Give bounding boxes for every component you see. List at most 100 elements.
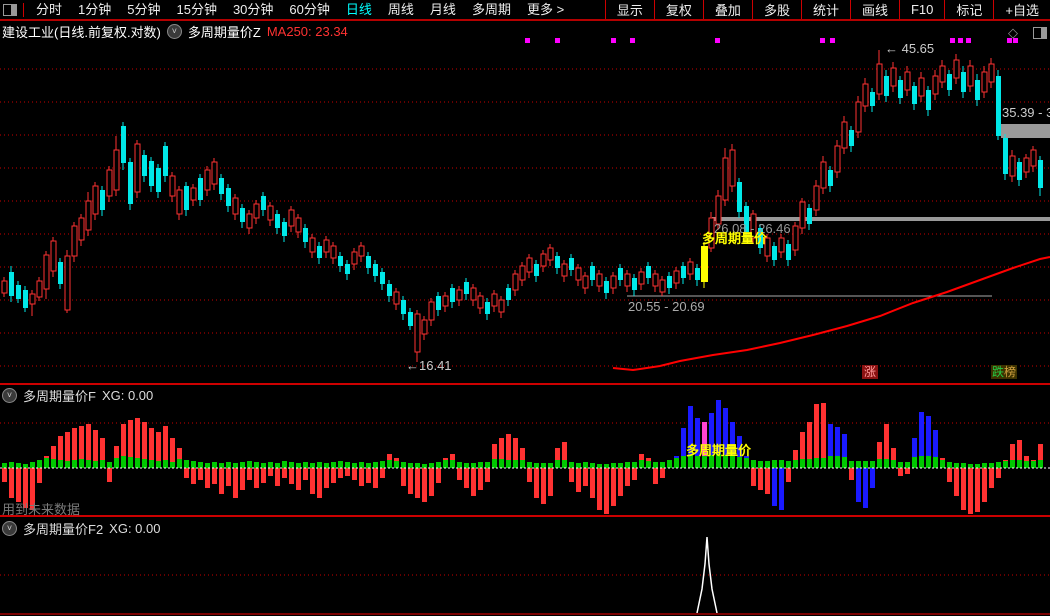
rise-badge[interactable]: 涨 [862, 365, 879, 379]
candle-body [128, 162, 133, 204]
candle-body [387, 284, 392, 296]
candle-body [169, 175, 176, 197]
candle-body [78, 217, 85, 241]
indicator-bar [996, 468, 1001, 478]
signal-label-main: 多周期量价 [702, 231, 768, 246]
candle-body [261, 196, 266, 210]
indicator-bar-green [464, 463, 469, 468]
indicator-bar-green [303, 462, 308, 468]
indicator-bar-green [205, 463, 210, 468]
indicator-bar [611, 468, 616, 506]
chevron-circle-icon[interactable]: ˅ [2, 388, 17, 403]
indicator-bar-green [345, 462, 350, 468]
candle-body [624, 273, 631, 287]
indicator-bar-green [849, 461, 854, 468]
indicator-bar-green [800, 459, 805, 468]
period-tab-0[interactable]: 分时 [28, 0, 70, 19]
candle-body [253, 203, 260, 219]
candle-body [163, 146, 168, 176]
period-tab-9[interactable]: 多周期 [464, 0, 519, 19]
fall-badge[interactable]: 跌榜 [991, 365, 1018, 379]
candle-body [575, 267, 582, 281]
indicator-bar-green [744, 458, 749, 468]
period-tab-3[interactable]: 15分钟 [168, 0, 224, 19]
period-tab-4[interactable]: 30分钟 [225, 0, 281, 19]
indicator-bar-green [352, 463, 357, 468]
stock-title: 建设工业(日线.前复权.对数) [2, 25, 161, 40]
indicator-bar-green [65, 461, 70, 468]
indicator-bar-green [1031, 461, 1036, 468]
tool-button-6[interactable]: F10 [898, 0, 944, 19]
period-tabs: 分时 1分钟 5分钟 15分钟 30分钟 60分钟 日线 周线 月线 多周期 更多 > [28, 0, 572, 19]
indicator-bar-green [114, 458, 119, 468]
panel-f-header: ˅ 多周期量价F XG: 0.00 [2, 386, 153, 405]
panel-f2-name[interactable]: 多周期量价F2 [23, 519, 103, 538]
tool-button-4[interactable]: 统计 [800, 0, 850, 19]
candle-body [100, 190, 105, 210]
indicator-bar [415, 468, 420, 498]
indicator-bar [429, 468, 434, 496]
candle-body [841, 121, 848, 149]
indicator-bar [310, 468, 315, 494]
split-window-icon[interactable] [1033, 27, 1047, 39]
period-tab-6[interactable]: 日线 [338, 0, 380, 19]
period-tab-5[interactable]: 60分钟 [281, 0, 337, 19]
period-tab-1[interactable]: 1分钟 [70, 0, 119, 19]
indicator-bar-green [107, 462, 112, 468]
tool-button-5[interactable]: 画线 [849, 0, 899, 19]
indicator-bar [653, 468, 658, 484]
candle-body [701, 246, 708, 282]
candle-body [918, 77, 925, 97]
indicator-bar-green [156, 461, 161, 468]
candle-body [317, 246, 322, 258]
indicator-bar [471, 468, 476, 496]
split-window-icon[interactable] [3, 3, 17, 16]
period-tab-10[interactable]: 更多 > [519, 0, 572, 19]
panel-f2-header: ˅ 多周期量价F2 XG: 0.00 [2, 519, 160, 538]
indicator-bar [401, 468, 406, 486]
tool-button-2[interactable]: 叠加 [702, 0, 752, 19]
tool-button-8[interactable]: +自选 [993, 0, 1050, 19]
tool-button-7[interactable]: 标记 [944, 0, 993, 19]
price-box [1001, 124, 1050, 138]
candle-body [610, 275, 617, 289]
chevron-circle-icon[interactable]: ˅ [166, 24, 182, 39]
tool-button-3[interactable]: 多股 [751, 0, 801, 19]
candle-body [618, 268, 623, 280]
chevron-circle-icon[interactable]: ˅ [2, 521, 17, 536]
tool-button-0[interactable]: 显示 [604, 0, 654, 19]
indicator-bar [345, 468, 350, 476]
indicator-bar-green [597, 464, 602, 468]
candle-body [393, 291, 400, 305]
indicator-bar [352, 468, 357, 480]
indicator-bar-green [863, 461, 868, 468]
period-tab-2[interactable]: 5分钟 [119, 0, 168, 19]
candle-body [282, 222, 287, 236]
tool-button-1[interactable]: 复权 [653, 0, 703, 19]
candle-body [834, 145, 841, 173]
candle-body [932, 75, 939, 95]
indicator-bar-green [961, 463, 966, 468]
diamond-icon[interactable]: ◇ [1008, 26, 1018, 39]
indicator-bar-green [506, 460, 511, 468]
period-tab-8[interactable]: 月线 [422, 0, 464, 19]
indicator-bar-green [989, 463, 994, 468]
candle-body [722, 157, 729, 201]
indicator-bar [268, 468, 273, 476]
candle-body [953, 59, 960, 79]
indicator-bar-green [975, 464, 980, 468]
indicator-bar [597, 468, 602, 510]
indicator-bar-green [541, 463, 546, 468]
indicator-name[interactable]: 多周期量价Z [188, 22, 261, 41]
indicator-bar [968, 468, 973, 514]
indicator-bar-green [639, 460, 644, 468]
panel-f-name[interactable]: 多周期量价F [23, 386, 96, 405]
candle-body [92, 185, 99, 215]
candle-body [323, 239, 330, 253]
period-tab-7[interactable]: 周线 [380, 0, 422, 19]
indicator-bar [184, 468, 189, 478]
candle-body [498, 299, 505, 313]
candle-body [401, 300, 406, 314]
indicator-bar-green [891, 460, 896, 468]
candle-body [295, 217, 302, 233]
